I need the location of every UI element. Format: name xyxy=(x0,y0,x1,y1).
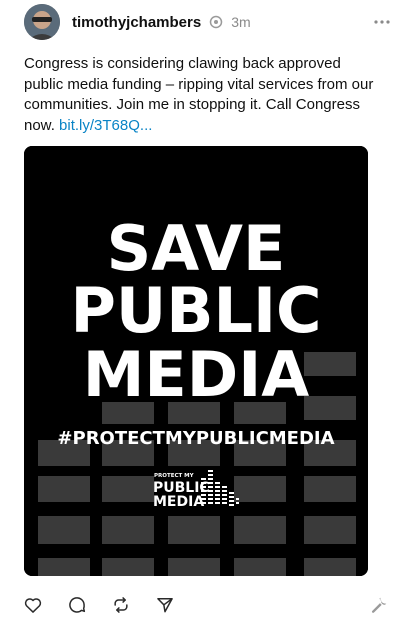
send-icon xyxy=(157,598,173,613)
heart-icon xyxy=(24,598,42,613)
logo-small-text: PROTECT MY xyxy=(154,473,195,479)
timestamp[interactable]: 3m xyxy=(231,14,250,30)
verified-badge-icon xyxy=(209,15,223,29)
repost-button[interactable] xyxy=(110,594,132,616)
hashtag: #PROTECTMYPUBLICMEDIA xyxy=(57,428,334,449)
wrench-icon xyxy=(371,597,387,613)
save-public-media-graphic: SAVE PUBLIC MEDIA #PROTECTMYPUBLICMEDIA … xyxy=(24,146,368,576)
post-card: timothyjchambers 3m Congress is consider… xyxy=(0,0,418,628)
reply-button[interactable] xyxy=(66,594,88,616)
more-options-button[interactable] xyxy=(372,12,392,32)
post-actions xyxy=(22,594,176,616)
post-header: timothyjchambers 3m xyxy=(72,12,251,32)
username[interactable]: timothyjchambers xyxy=(72,14,201,31)
avatar-image xyxy=(24,4,60,40)
share-button[interactable] xyxy=(154,594,176,616)
more-horizontal-icon xyxy=(374,20,390,24)
logo-line-2: MEDIA xyxy=(153,494,204,510)
headline-line-2: PUBLIC xyxy=(70,274,321,347)
post-link[interactable]: bit.ly/3T68Q... xyxy=(59,117,152,134)
like-button[interactable] xyxy=(22,594,44,616)
post-body: Congress is considering clawing back app… xyxy=(24,54,384,136)
avatar[interactable] xyxy=(24,4,60,40)
post-media-image[interactable]: SAVE PUBLIC MEDIA #PROTECTMYPUBLICMEDIA … xyxy=(24,146,368,576)
headline-line-3: MEDIA xyxy=(83,338,310,411)
repost-icon xyxy=(114,597,128,613)
comment-icon xyxy=(69,597,86,613)
post-tools-button[interactable] xyxy=(368,594,390,616)
